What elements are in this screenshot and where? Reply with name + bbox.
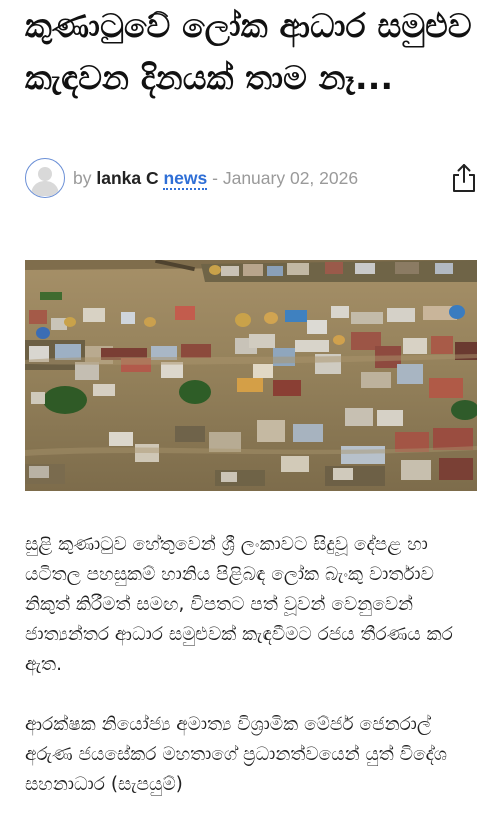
byline-prefix: by bbox=[73, 167, 92, 188]
author-news-link[interactable]: news bbox=[163, 167, 208, 190]
author-name-link[interactable]: lanka C bbox=[96, 168, 158, 188]
flooded-village-image bbox=[25, 260, 477, 491]
publish-date: January 02, 2026 bbox=[222, 167, 359, 188]
user-silhouette-icon bbox=[31, 167, 59, 196]
article-paragraph: ආරක්ෂක නියෝජ්‍ය අමාත්‍ය විශ්‍රාමික මේජර්… bbox=[25, 714, 448, 795]
share-button[interactable] bbox=[451, 163, 477, 193]
author-avatar-icon[interactable] bbox=[25, 158, 65, 198]
byline-separator: - bbox=[212, 167, 218, 188]
byline-text: by lanka C news - January 02, 2026 bbox=[73, 167, 359, 190]
article-paragraph: සුළි කුණාටුව හේතුවෙන් ශ්‍රී ලංකාවට සිදුව… bbox=[25, 534, 453, 675]
share-icon bbox=[453, 164, 475, 192]
article-body: සුළි කුණාටුව හේතුවෙන් ශ්‍රී ලංකාවට සිදුව… bbox=[25, 530, 480, 830]
article-byline: by lanka C news - January 02, 2026 bbox=[25, 156, 480, 200]
article-title: කුණාටුවේ ලෝක ආධාර සමුළුව කැඳවන දිනයක් තා… bbox=[25, 6, 472, 97]
flood-aerial-photo bbox=[25, 260, 477, 491]
